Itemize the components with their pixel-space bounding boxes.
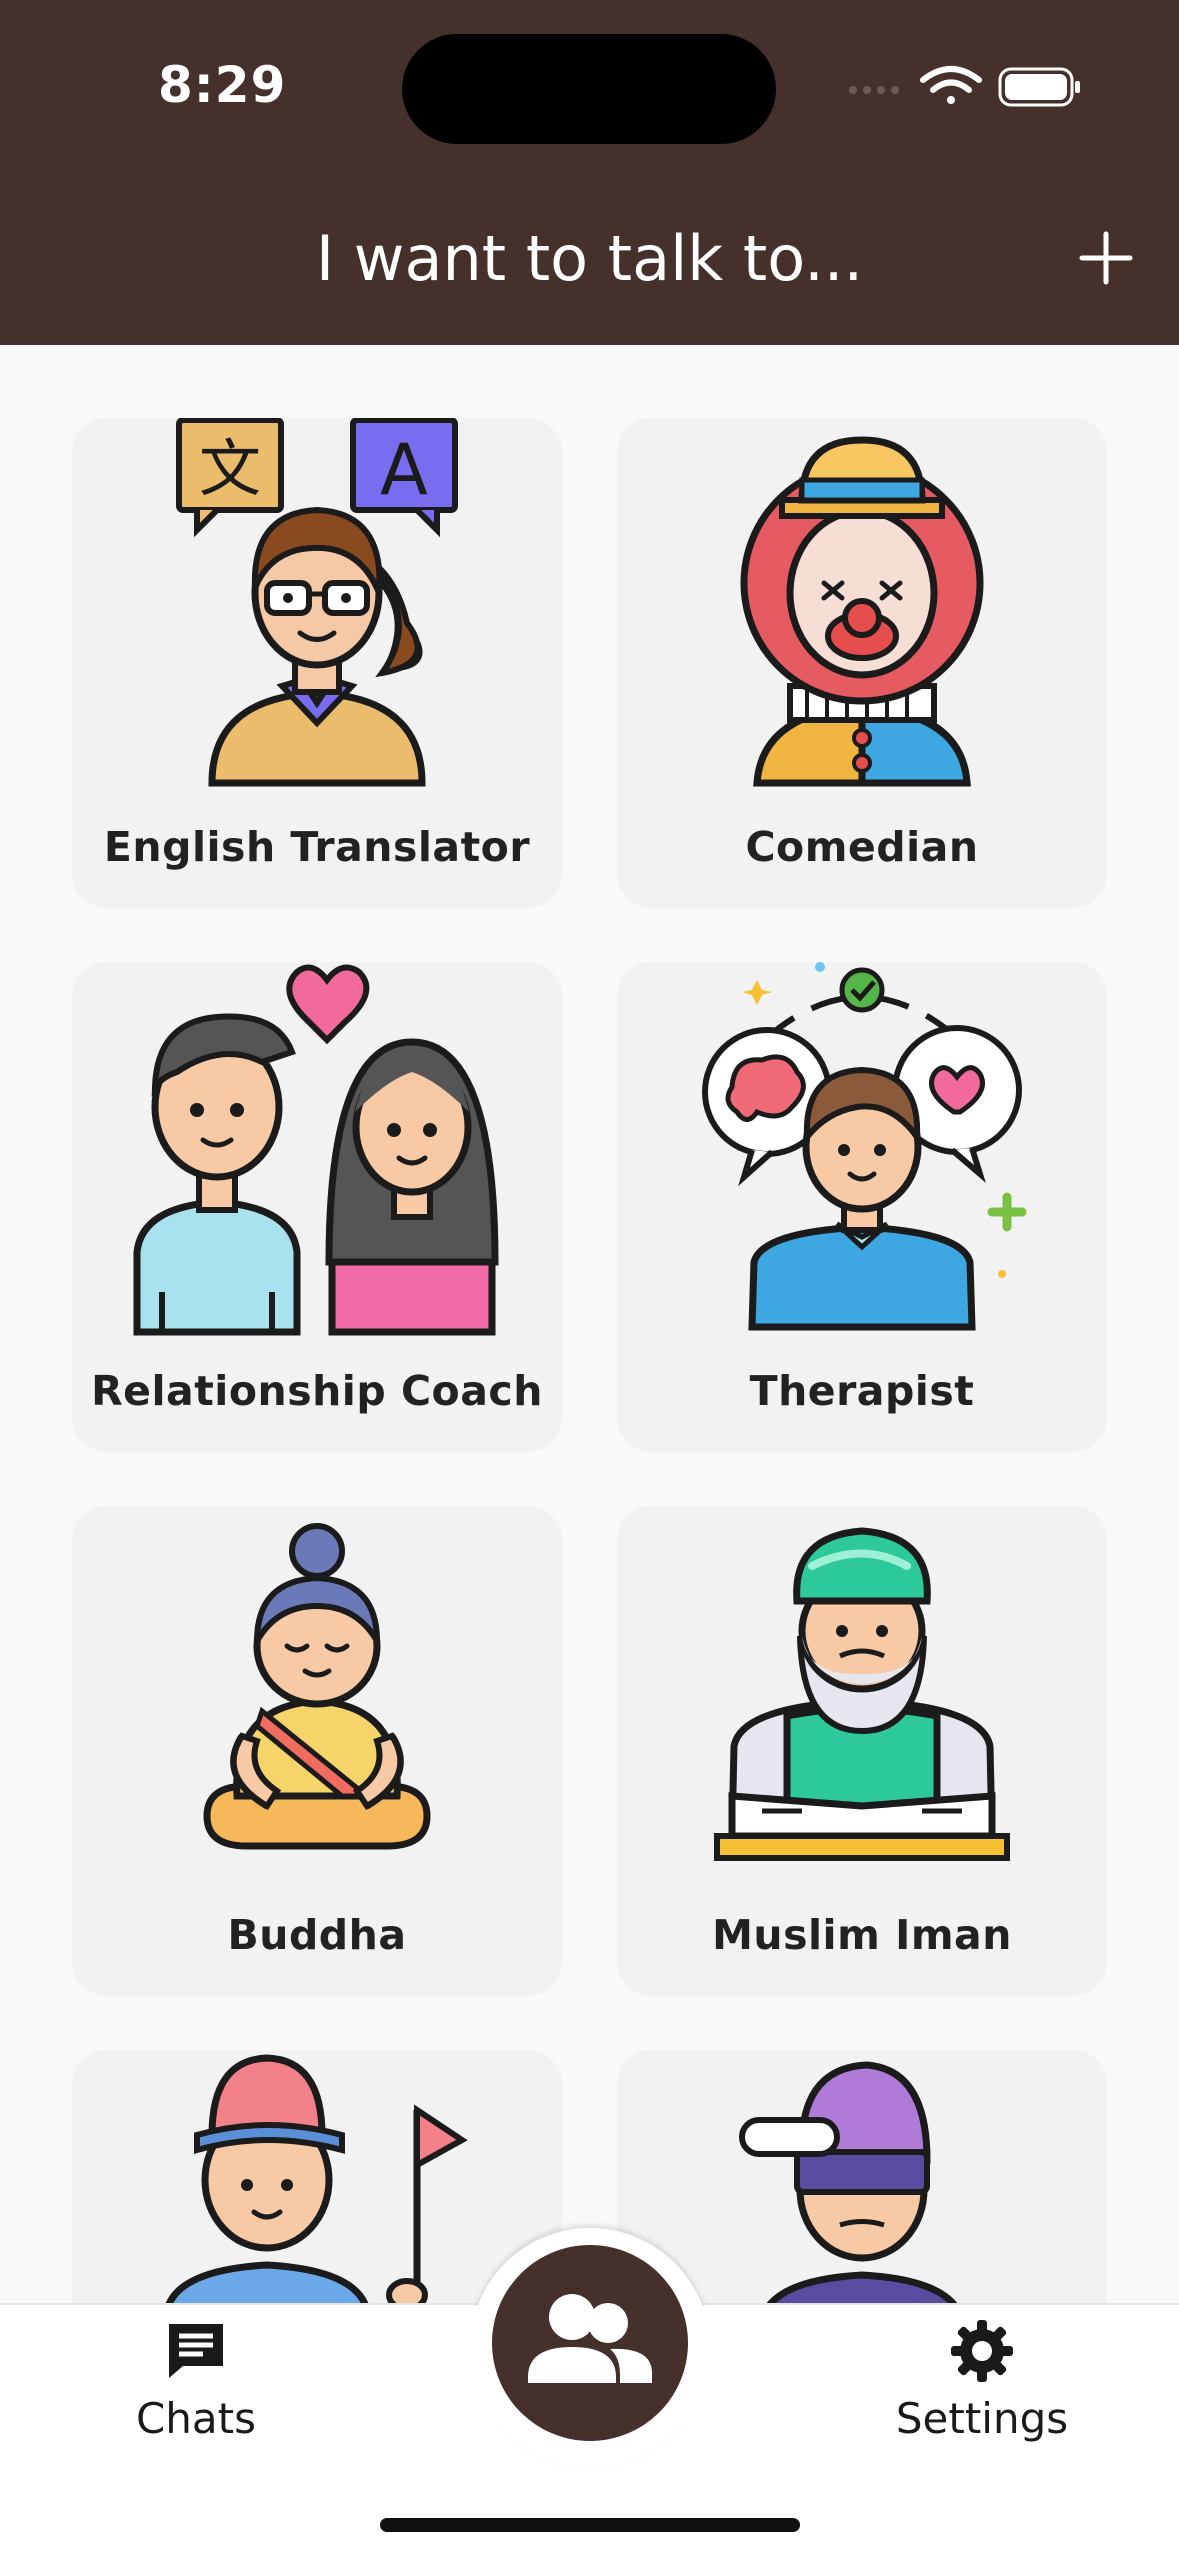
gear-icon xyxy=(951,2320,1013,2382)
imam-icon xyxy=(714,1527,1010,1861)
tab-chats-label: Chats xyxy=(135,2394,257,2443)
persona-name: Buddha xyxy=(227,1911,407,1959)
tab-settings-label: Settings xyxy=(895,2394,1069,2443)
persona-name: Therapist xyxy=(749,1367,975,1415)
svg-text:A: A xyxy=(380,429,428,511)
tab-chats[interactable]: Chats xyxy=(76,2316,316,2456)
persona-card-therapist[interactable]: Therapist xyxy=(617,962,1107,1452)
svg-text:文: 文 xyxy=(199,432,261,505)
buddha-icon xyxy=(203,1523,431,1850)
persona-name: Comedian xyxy=(745,823,979,871)
tab-settings[interactable]: Settings xyxy=(862,2316,1102,2456)
wifi-icon xyxy=(920,66,982,104)
people-icon xyxy=(528,2294,652,2383)
translator-icon: 文 A xyxy=(176,418,458,787)
app-header: 8:29 I want to talk to... xyxy=(0,0,1179,345)
home-indicator xyxy=(380,2518,800,2532)
page-title: I want to talk to... xyxy=(315,222,864,295)
persona-name: Relationship Coach xyxy=(91,1367,543,1415)
persona-card-comedian[interactable]: Comedian xyxy=(617,418,1107,908)
persona-card-muslim-iman[interactable]: Muslim Iman xyxy=(617,1506,1107,1996)
persona-name: Muslim Iman xyxy=(712,1911,1012,1959)
status-icons xyxy=(849,66,1080,107)
personas-center-button[interactable] xyxy=(492,2245,688,2441)
status-time: 8:29 xyxy=(158,56,287,114)
add-icon[interactable] xyxy=(1076,228,1136,288)
persona-name: English Translator xyxy=(103,823,531,871)
persona-card-relationship-coach[interactable]: Relationship Coach xyxy=(72,962,562,1452)
battery-icon xyxy=(998,67,1080,107)
chat-bubble-icon xyxy=(169,2324,223,2378)
couple-icon xyxy=(133,964,499,1336)
signal-icon xyxy=(849,86,899,94)
therapist-icon xyxy=(702,962,1027,1331)
persona-card-buddha[interactable]: Buddha xyxy=(72,1506,562,1996)
persona-card-english-translator[interactable]: 文 A English Translator xyxy=(72,418,562,908)
dynamic-island xyxy=(402,34,776,144)
screen: 8:29 I want to talk to... 文 A English Tr… xyxy=(0,0,1179,2556)
clown-icon xyxy=(740,436,984,787)
